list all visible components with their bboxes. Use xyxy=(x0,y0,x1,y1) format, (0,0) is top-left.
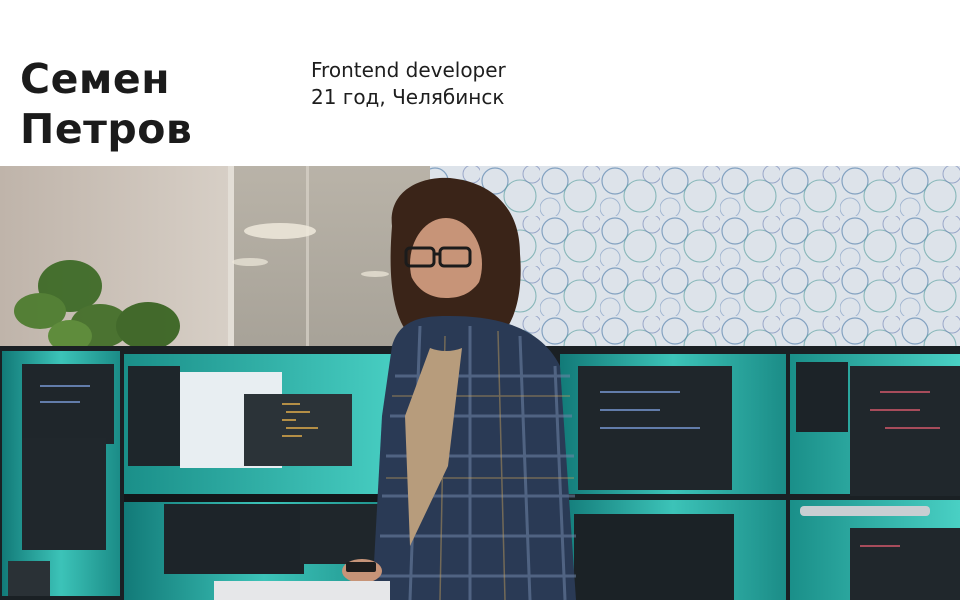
person-name: Семен Петров xyxy=(20,54,192,154)
profile-header: Семен Петров Frontend developer 21 год, … xyxy=(0,0,960,166)
job-title: Frontend developer xyxy=(311,58,506,82)
photo-illustration xyxy=(0,166,960,600)
first-name: Семен xyxy=(20,55,171,103)
last-name: Петров xyxy=(20,105,193,153)
portrait-photo xyxy=(0,166,960,600)
age-city: 21 год, Челябинск xyxy=(311,85,505,109)
person-meta: Frontend developer 21 год, Челябинск xyxy=(311,57,506,111)
